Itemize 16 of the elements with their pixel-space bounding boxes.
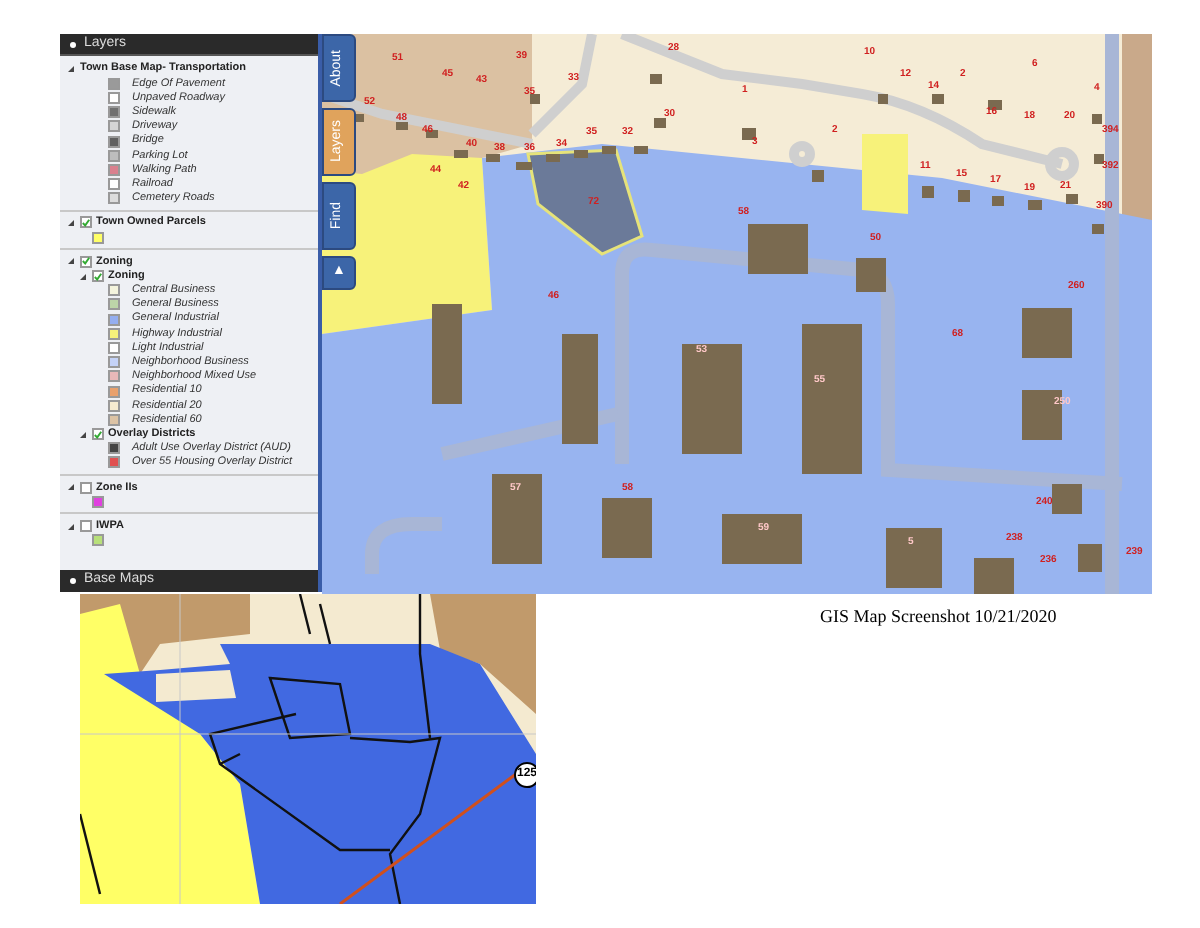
expand-icon[interactable] [68,66,74,73]
expand-icon[interactable] [68,258,74,265]
expand-icon[interactable] [68,523,74,530]
checkbox[interactable] [92,428,104,441]
bullet-icon [70,578,76,584]
caption: GIS Map Screenshot 10/21/2020 [820,604,1057,630]
bullet-icon [70,41,76,47]
expand-icon[interactable] [80,273,86,280]
checkbox[interactable] [80,216,92,229]
expand-icon[interactable] [68,484,74,491]
checkbox[interactable] [92,270,104,283]
checkbox[interactable] [80,520,92,533]
checkbox[interactable] [80,255,92,268]
expand-icon[interactable] [80,431,86,438]
checkbox[interactable] [80,481,92,494]
expand-icon[interactable] [68,219,74,226]
